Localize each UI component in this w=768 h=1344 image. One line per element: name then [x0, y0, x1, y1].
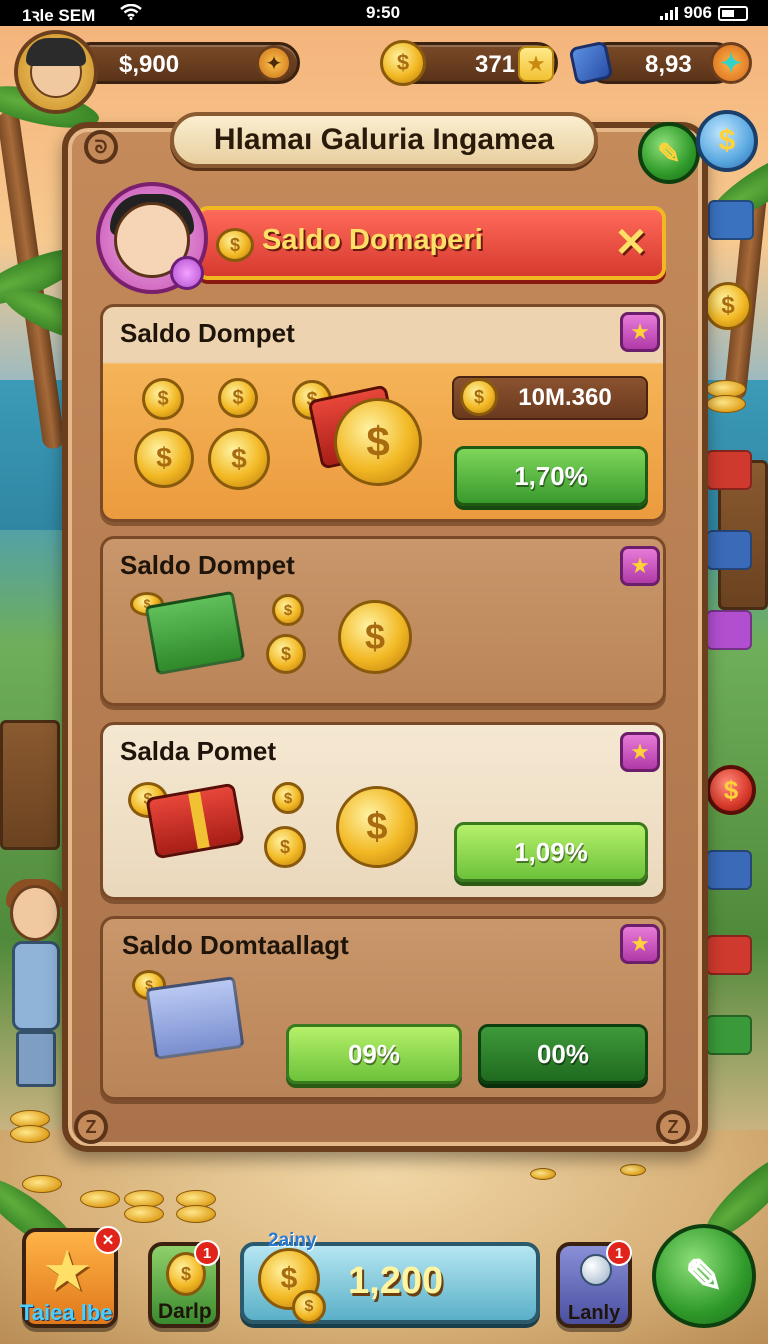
- big-coin-icon: $: [334, 398, 422, 486]
- carrier-label: 1ꝛle SEM: [22, 6, 96, 25]
- child-character: [4, 879, 64, 1095]
- coin-icon: $: [704, 282, 752, 330]
- coin-stack-icon: [620, 1164, 646, 1176]
- coin-icon: $: [292, 1290, 326, 1324]
- coin-stack-icon: [176, 1205, 216, 1223]
- card-4-percent-left: 09%: [347, 1038, 401, 1069]
- card-1-percent: 1,70%: [514, 460, 588, 491]
- card-4-star-icon[interactable]: ★: [620, 924, 660, 964]
- status-bar: 1ꝛle SEM 9:50 906: [0, 0, 768, 26]
- coin-stack-icon: [124, 1205, 164, 1223]
- coin-icon: $: [272, 782, 304, 814]
- status-indicators: 906: [659, 3, 748, 23]
- card-4-title: Saldo Domtaallagt: [122, 930, 349, 960]
- card-1-amount-value: 10M.360: [518, 384, 612, 411]
- bg-box-icon: [706, 1015, 752, 1055]
- balance-tag: 2ainy: [268, 1230, 317, 1251]
- gold-coin-icon: $: [380, 40, 426, 86]
- edit-action-button[interactable]: ✎: [652, 1224, 756, 1328]
- coin-stack-icon: [530, 1168, 556, 1180]
- card-3-title: Salda Pomet: [120, 736, 277, 766]
- hut-left: [0, 720, 60, 850]
- panel-title: Hlamaı Galuria Ingamea: [213, 123, 555, 156]
- currency-1-add-button[interactable]: ✦: [256, 45, 292, 81]
- currency-3-add-button[interactable]: ✦: [710, 42, 752, 84]
- ticket-button[interactable]: ✎: [638, 122, 700, 184]
- coin-stack-icon: [10, 1125, 50, 1143]
- dollar-coin-icon: $: [706, 765, 756, 815]
- signal-icon: [659, 6, 678, 20]
- card-4-percent-left-button[interactable]: 09%: [286, 1024, 462, 1084]
- currency-3-value: 8,93: [645, 51, 692, 78]
- coin-icon: $: [218, 378, 258, 418]
- corner-ornament-icon: ᘐ: [84, 130, 118, 164]
- coin-stack-icon: [706, 395, 746, 413]
- big-coin-icon: $: [338, 600, 412, 674]
- currency-1-value: $,900: [119, 51, 180, 78]
- cash-stack-icon: [145, 976, 245, 1060]
- battery-icon: [718, 5, 748, 21]
- currency-2-value: 371: [475, 51, 516, 78]
- chest-band: [188, 791, 210, 849]
- darlp-notification-badge: 1: [194, 1240, 220, 1266]
- favorites-tile-label: Taiea lbe: [20, 1300, 113, 1325]
- gem-box-icon: [568, 40, 614, 86]
- close-button[interactable]: ✕: [610, 221, 652, 265]
- lanly-notification-badge: 1: [606, 1240, 632, 1266]
- coin-icon: $: [460, 378, 498, 416]
- wifi-icon: [120, 4, 142, 20]
- card-4-percent-right-button[interactable]: 00%: [478, 1024, 648, 1084]
- wallet-header-label: Saldo Domaperi: [262, 224, 483, 256]
- corner-ornament-icon: Z: [656, 1110, 690, 1144]
- coin-stack-icon: [80, 1190, 120, 1208]
- bg-box-icon: [706, 610, 752, 650]
- coin-icon: $: [208, 428, 270, 490]
- coin-icon: $: [266, 634, 306, 674]
- card-1-star-icon[interactable]: ★: [620, 312, 660, 352]
- card-2-title: Saldo Dompet: [120, 550, 295, 580]
- card-1-percent-button[interactable]: 1,70%: [454, 446, 648, 506]
- card-3-percent-button[interactable]: 1,09%: [454, 822, 648, 882]
- darlp-tile-label: Darlp: [158, 1300, 212, 1323]
- currency-2-star-button[interactable]: ★: [518, 46, 554, 82]
- dollar-exchange-button[interactable]: $: [696, 110, 758, 172]
- card-3-star-icon[interactable]: ★: [620, 732, 660, 772]
- balance-value: 1,200: [348, 1260, 444, 1302]
- favorites-close-badge[interactable]: ✕: [94, 1226, 122, 1254]
- coin-stack-icon: [22, 1175, 62, 1193]
- bg-box-icon: [706, 850, 752, 890]
- card-1-title: Saldo Dompet: [120, 318, 295, 348]
- card-2-star-icon[interactable]: ★: [620, 546, 660, 586]
- card-3-percent: 1,09%: [514, 836, 588, 867]
- corner-ornament-icon: Z: [74, 1110, 108, 1144]
- coin-icon: $: [264, 826, 306, 868]
- battery-label: 906: [683, 3, 712, 22]
- coin-icon: $: [272, 594, 304, 626]
- avatar-hair: [26, 38, 86, 66]
- bg-box-icon: [706, 935, 752, 975]
- coin-icon: $: [142, 378, 184, 420]
- lanly-tile-label: Lanly: [568, 1302, 621, 1324]
- star-icon: ★: [42, 1239, 93, 1302]
- card-4-percent-right: 00%: [536, 1038, 590, 1069]
- bg-box-icon: [706, 530, 752, 570]
- profile-badge-icon: [170, 256, 204, 290]
- player-avatar[interactable]: [14, 30, 98, 114]
- clock: 9:50: [366, 3, 401, 22]
- coin-stack-icon: $: [216, 228, 254, 262]
- bg-box-icon: [708, 200, 754, 240]
- coin-icon: $: [134, 428, 194, 488]
- big-coin-icon: $: [336, 786, 418, 868]
- bg-box-icon: [706, 450, 752, 490]
- panel-title-banner: Hlamaı Galuria Ingamea: [170, 112, 598, 168]
